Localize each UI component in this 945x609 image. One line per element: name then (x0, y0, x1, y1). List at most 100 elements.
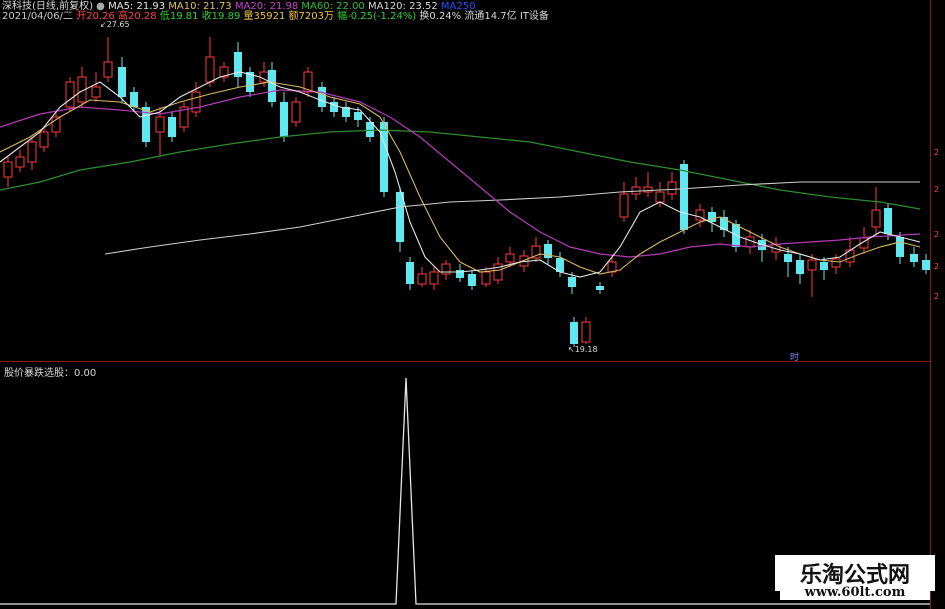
candle[interactable] (291, 97, 301, 127)
candle-body (619, 193, 629, 218)
candle[interactable] (631, 177, 641, 200)
candle-body (155, 116, 165, 133)
candle[interactable] (544, 240, 552, 264)
candle-body (280, 102, 288, 137)
candle[interactable] (118, 57, 126, 102)
candle[interactable] (303, 67, 313, 97)
candle[interactable] (280, 92, 288, 142)
candle-body (3, 161, 13, 178)
candle[interactable] (65, 77, 75, 112)
candle[interactable] (330, 97, 338, 117)
candle-body (268, 70, 276, 102)
candle[interactable] (15, 150, 25, 172)
candle[interactable] (807, 254, 817, 297)
candle[interactable] (3, 157, 13, 187)
candle-body (871, 209, 881, 228)
candle[interactable] (531, 237, 541, 262)
right-axis-line (930, 0, 931, 609)
candle[interactable] (417, 267, 427, 287)
float-value: 流通14.7亿 (464, 11, 517, 22)
candle-body (103, 61, 113, 78)
candle-body (631, 186, 641, 195)
candle[interactable] (103, 37, 113, 82)
candle[interactable] (871, 187, 881, 237)
candle-body (27, 141, 37, 163)
sector-value: IT设备 (519, 11, 549, 22)
candle-body (796, 260, 804, 274)
candle-body (667, 181, 677, 195)
candle[interactable] (456, 264, 464, 282)
candle-body (896, 237, 904, 257)
candle[interactable] (596, 282, 604, 294)
candle-body (784, 254, 792, 262)
candle[interactable] (77, 67, 87, 107)
candle[interactable] (91, 72, 101, 102)
candle[interactable] (168, 112, 176, 142)
candle[interactable] (581, 317, 591, 344)
close-value: 收19.89 (201, 11, 241, 22)
candle[interactable] (468, 270, 476, 290)
candle[interactable] (234, 42, 242, 87)
candlestick-chart[interactable] (0, 22, 930, 360)
candle-body (570, 322, 578, 344)
watermark-url: www.60lt.com (780, 585, 930, 600)
candle[interactable] (318, 82, 326, 112)
candle-body (910, 254, 918, 262)
candle-body (406, 262, 414, 284)
ma60-line (0, 129, 921, 210)
candle[interactable] (643, 172, 653, 197)
candle-body (417, 273, 427, 285)
candle[interactable] (667, 172, 677, 200)
candle-body (820, 262, 828, 270)
candle[interactable] (922, 254, 930, 274)
candle[interactable] (219, 62, 229, 82)
candle-body (807, 259, 817, 271)
candle-body (655, 191, 665, 203)
low-price-label: 19.18 (574, 345, 598, 354)
candle-body (429, 271, 439, 285)
candle[interactable] (142, 102, 150, 147)
candle-body (354, 112, 362, 120)
candle-body (118, 67, 126, 97)
candle[interactable] (179, 102, 189, 132)
volume-value: 量35921 (243, 11, 286, 22)
candle[interactable] (796, 254, 804, 284)
candle-body (191, 91, 201, 113)
panel-divider[interactable] (0, 361, 930, 362)
candle-body (15, 156, 25, 168)
candle-body (505, 253, 515, 263)
high-price-annotation: ↙27.65 (100, 20, 130, 29)
candle[interactable] (246, 67, 254, 97)
axis-tick-2: 2 (934, 185, 940, 194)
candle[interactable] (441, 260, 451, 280)
amount-value: 额7203万 (288, 11, 334, 22)
candle[interactable] (429, 267, 439, 290)
header-line-2: 2021/04/06/二 开20.26 高20.28 低19.81 收19.89… (2, 11, 549, 22)
turnover-value: 换0.24% (419, 11, 462, 22)
candle[interactable] (406, 257, 414, 290)
change-value: 幅-0.25(-1.24%) (337, 11, 417, 22)
candle[interactable] (720, 210, 728, 237)
ma10-line (0, 81, 921, 275)
high-price-label: 27.65 (106, 20, 130, 29)
candle-body (831, 258, 841, 268)
axis-tick-5: 2 (934, 292, 940, 301)
candle-body (568, 277, 576, 287)
candle[interactable] (619, 182, 629, 222)
candle[interactable] (570, 317, 578, 347)
candle[interactable] (205, 37, 215, 87)
candle[interactable] (27, 137, 37, 170)
candle-body (581, 321, 591, 343)
candle-body (680, 164, 688, 230)
axis-tick-4: 2 (934, 262, 940, 271)
candle[interactable] (342, 102, 350, 122)
axis-tick-3: 2 (934, 230, 940, 239)
candle[interactable] (910, 247, 918, 267)
candle-body (596, 286, 604, 290)
candle-body (922, 260, 930, 270)
candle-body (380, 122, 388, 192)
low-price-annotation: ↖19.18 (568, 345, 598, 354)
candle-body (168, 117, 176, 137)
candle-body (481, 271, 491, 285)
candle-body (318, 87, 326, 107)
